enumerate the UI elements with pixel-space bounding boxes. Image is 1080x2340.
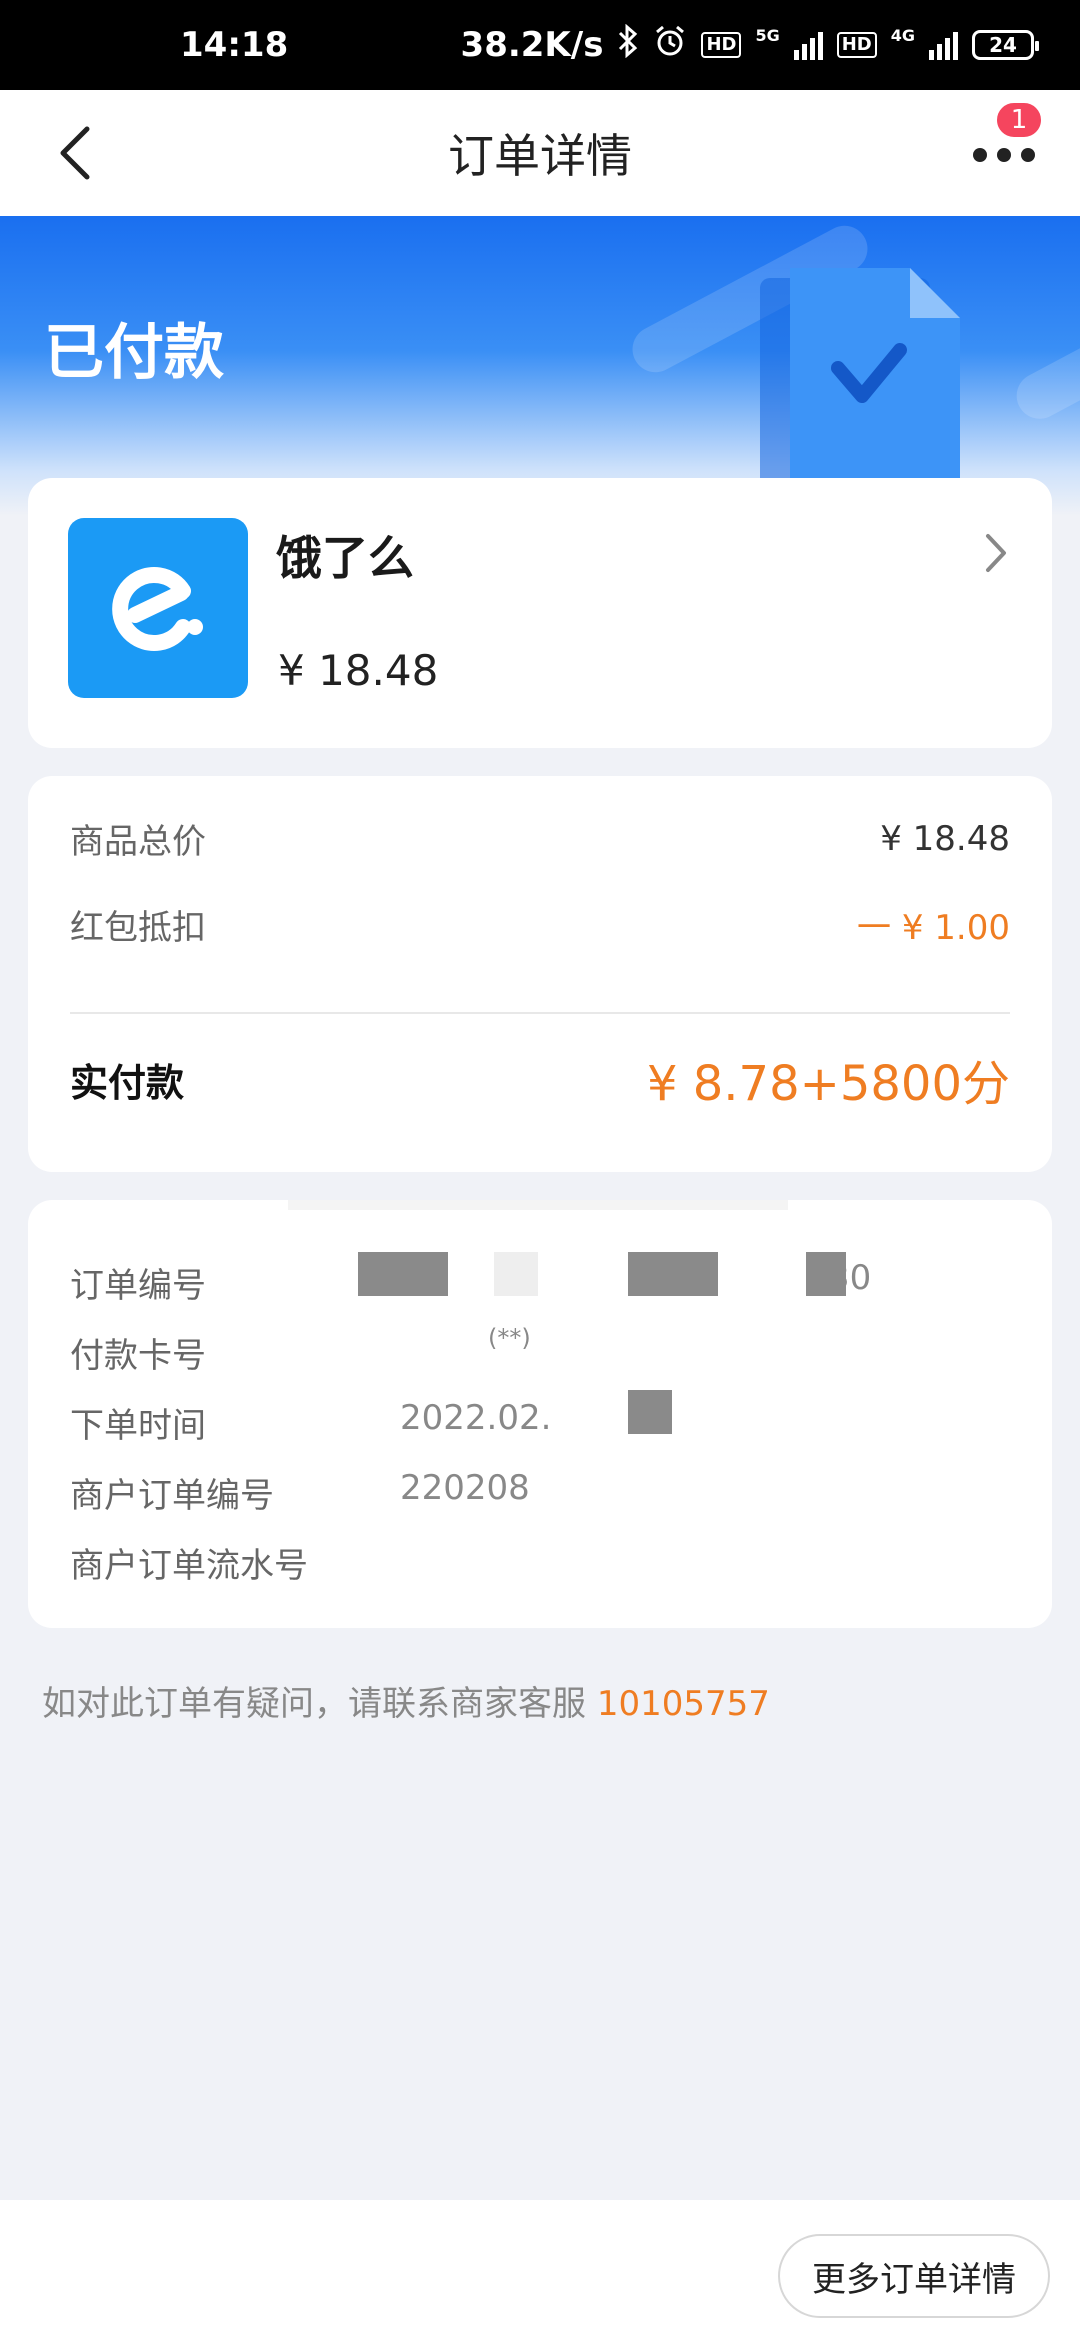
info-value-card-no: (**) [488,1324,531,1352]
merchant-phone-link[interactable]: 10105757 [597,1684,770,1724]
payment-status-title: 已付款 [44,318,224,388]
more-dots-icon [973,148,987,162]
info-value-merchant-order-no: 220208 [400,1468,530,1508]
sim1-network-label: 5G [755,26,780,45]
eleme-logo-icon [68,518,248,698]
help-text: 如对此订单有疑问，请联系商家客服 [42,1684,586,1724]
network-speed: 38.2K/s [460,25,604,65]
bluetooth-icon [617,23,639,66]
status-indicators: 38.2K/s HD 5G HD 4G 24 [460,23,1039,66]
notification-badge: 1 [994,100,1044,140]
price-row-label: 商品总价 [70,822,206,862]
info-label-order-time: 下单时间 [70,1406,206,1446]
alarm-icon [653,24,687,66]
info-label-card-no: 付款卡号 [70,1336,206,1376]
paid-label: 实付款 [70,1060,185,1105]
redaction-block [288,1200,788,1210]
redaction-block [806,1252,846,1296]
paid-row: 实付款 ¥ 8.78+5800分 [70,1044,1010,1114]
price-row-total: 商品总价 ¥ 18.48 [70,814,1010,863]
price-row-label: 红包抵扣 [70,908,206,948]
price-row-value: ¥ 18.48 [880,818,1010,859]
status-bar: 14:18 38.2K/s HD 5G HD 4G 24 [0,0,1080,90]
more-dot-2 [997,148,1011,162]
battery-icon: 24 [972,30,1039,60]
merchant-card[interactable]: 饿了么 ¥ 18.48 [28,478,1052,748]
paid-value: ¥ 8.78+5800分 [646,1056,1010,1112]
signal-icon-2 [929,30,958,60]
info-label-merchant-order-no: 商户订单编号 [70,1476,274,1516]
hd-indicator-2: HD [836,32,877,58]
customer-service-note: 如对此订单有疑问，请联系商家客服 10105757 [42,1676,770,1725]
chevron-left-icon [60,126,90,180]
hd-indicator-1: HD [701,32,742,58]
redaction-block [548,1398,628,1444]
status-hero: 已付款 [0,216,1080,516]
status-time: 14:18 [180,25,289,65]
chevron-right-icon [986,534,1006,572]
redaction-block [494,1252,538,1296]
nav-bar: 订单详情 1 [0,90,1080,216]
bottom-action-bar: 更多订单详情 [0,2200,1080,2340]
info-label-merchant-serial-no: 商户订单流水号 [70,1546,308,1586]
battery-level: 24 [989,33,1017,57]
price-row-value: 一 ¥ 1.00 [857,908,1010,948]
page-title: 订单详情 [448,129,632,183]
redaction-block [358,1252,448,1296]
more-order-details-button[interactable]: 更多订单详情 [778,2234,1050,2318]
more-button[interactable]: 1 [964,100,1044,190]
back-button[interactable] [40,118,110,188]
more-dot-3 [1021,148,1035,162]
merchant-name: 饿了么 [276,531,414,585]
hero-decoration [1008,311,1080,427]
sim2-network-label: 4G [890,26,915,45]
redaction-block [628,1252,718,1296]
divider [70,1012,1010,1014]
price-row-discount: 红包抵扣 一 ¥ 1.00 [70,900,1010,949]
signal-icon-1 [793,30,823,60]
info-label-order-no: 订单编号 [70,1266,206,1306]
order-info-card: 订单编号 30 付款卡号 (**) 下单时间 2022.02.0 商户订单编号 … [28,1200,1052,1628]
redaction-block [628,1390,672,1434]
price-breakdown-card: 商品总价 ¥ 18.48 红包抵扣 一 ¥ 1.00 实付款 ¥ 8.78+58… [28,776,1052,1172]
merchant-amount: ¥ 18.48 [278,646,439,695]
